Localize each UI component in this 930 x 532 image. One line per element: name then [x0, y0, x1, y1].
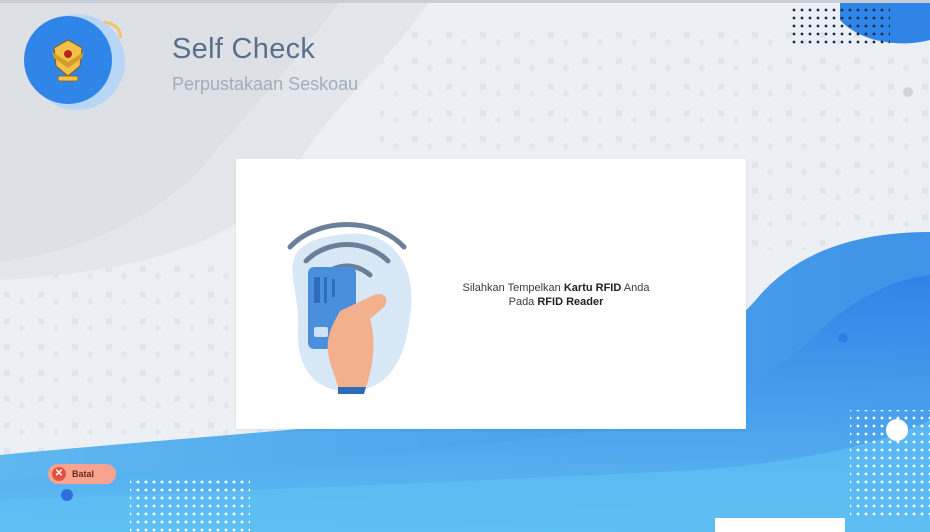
message-line1-suffix: Anda: [621, 282, 650, 294]
close-circle-icon: ✕: [52, 467, 66, 481]
cancel-button[interactable]: ✕ Batal: [48, 464, 116, 484]
app-subtitle: Perpustakaan Seskoau: [172, 74, 359, 94]
app-title: Self Check: [172, 33, 316, 65]
emblem-icon: [52, 39, 84, 82]
message-line2-prefix: Pada: [508, 296, 538, 308]
self-check-screen: Self Check Perpustakaan Seskoau Silahkan…: [0, 0, 930, 532]
message-kartu-rfid: Kartu RFID: [563, 282, 622, 294]
rfid-instruction-text: Silahkan Tempelkan Kartu RFID Anda Pada …: [416, 281, 696, 309]
footer-panel: [715, 518, 845, 532]
logo-badge: [22, 14, 132, 110]
rfid-tap-illustration: [287, 222, 412, 394]
rfid-prompt-card: Silahkan Tempelkan Kartu RFID Anda Pada …: [236, 159, 746, 429]
header: Self Check Perpustakaan Seskoau: [0, 0, 930, 110]
message-rfid-reader: RFID Reader: [537, 296, 604, 308]
message-line1-prefix: Silahkan Tempelkan: [462, 282, 564, 294]
cancel-button-label: Batal: [72, 469, 95, 479]
